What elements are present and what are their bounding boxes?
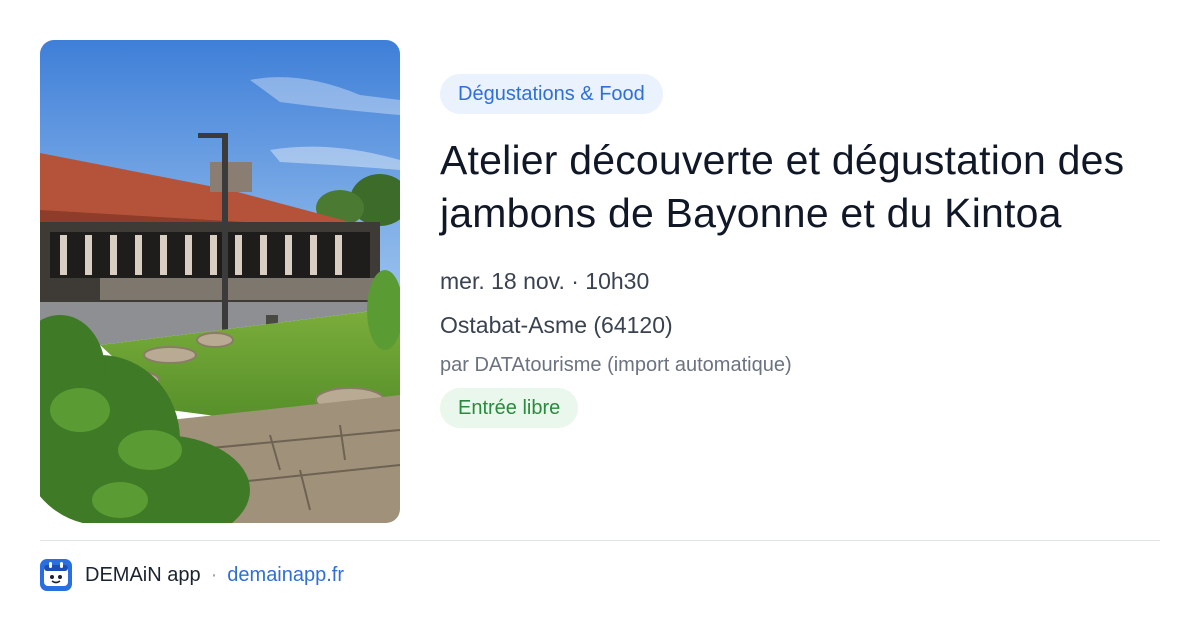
footer-divider — [40, 540, 1160, 541]
event-location: Ostabat-Asme (64120) — [440, 312, 673, 338]
price-badge: Entrée libre — [440, 388, 579, 428]
footer: DEMAiN app · demainapp.fr — [40, 558, 344, 592]
category-badge[interactable]: Dégustations & Food — [440, 74, 663, 114]
event-photo — [40, 40, 400, 523]
event-source: par DATAtourisme (import automatique) — [440, 354, 792, 376]
event-title[interactable]: Atelier découverte et dégustation des ja… — [440, 134, 1160, 240]
event-date-time: mer. 18 nov. · 10h30 — [440, 268, 650, 294]
event-details: Dégustations & Food Atelier découverte e… — [440, 74, 1160, 428]
app-name: DEMAiN app — [85, 563, 201, 586]
footer-separator: · — [210, 563, 218, 586]
demain-app-logo-icon — [40, 559, 72, 591]
event-card[interactable]: Dégustations & Food Atelier découverte e… — [0, 0, 1200, 630]
app-url-link[interactable]: demainapp.fr — [227, 564, 344, 587]
